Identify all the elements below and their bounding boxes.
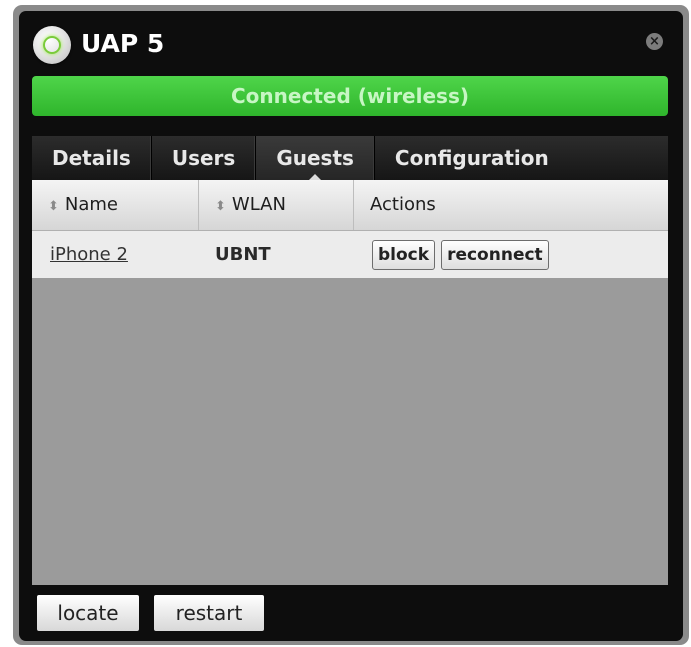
guest-name-link[interactable]: iPhone 2 [50,244,128,265]
tab-bar: Details Users Guests Configuration [32,136,668,180]
column-header-actions: Actions [370,194,436,215]
reconnect-button[interactable]: reconnect [441,239,549,270]
close-icon[interactable]: × [646,33,663,50]
tab-guests[interactable]: Guests [256,136,375,180]
guest-actions-cell: block reconnect [354,239,668,270]
tab-users[interactable]: Users [152,136,257,180]
table-header: ⬍ Name ⬍ WLAN Actions [32,180,668,231]
sort-icon: ⬍ [48,199,59,214]
guests-panel: ⬍ Name ⬍ WLAN Actions iPhone 2 UBNT block … [32,180,668,585]
table-row: iPhone 2 UBNT block reconnect [32,231,668,278]
column-header-wlan[interactable]: ⬍ WLAN [199,180,354,230]
connection-status-bar: Connected (wireless) [32,76,668,116]
device-panel: UAP 5 × Connected (wireless) Details Use… [19,11,683,641]
panel-footer: locate restart [32,585,668,641]
window-title: UAP 5 [81,29,165,58]
sort-icon: ⬍ [215,199,226,214]
device-status-icon [33,26,71,64]
guest-name-cell: iPhone 2 [32,244,199,265]
block-button[interactable]: block [372,239,436,270]
tab-details[interactable]: Details [32,136,152,180]
column-header-name[interactable]: ⬍ Name [32,180,199,230]
locate-button[interactable]: locate [37,595,139,631]
guest-wlan-cell: UBNT [215,244,271,265]
restart-button[interactable]: restart [154,595,264,631]
tab-configuration[interactable]: Configuration [375,136,569,180]
